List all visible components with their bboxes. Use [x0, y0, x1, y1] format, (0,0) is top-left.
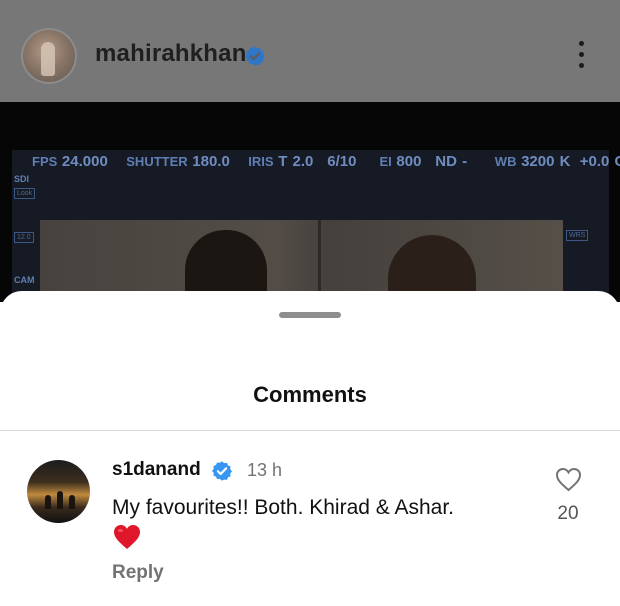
post-author-avatar[interactable] [23, 30, 75, 82]
comment-timestamp: 13 h [247, 460, 283, 480]
verified-badge-icon [212, 461, 232, 481]
reply-button[interactable]: Reply [112, 562, 164, 584]
hud-sdi-label: SDI [14, 174, 30, 184]
hud-look-box: Look [14, 188, 36, 199]
red-heart-emoji-icon [114, 525, 140, 549]
verified-badge-icon [245, 46, 265, 66]
comment-author-avatar[interactable] [27, 460, 90, 523]
comment-text: My favourites!! Both. Khirad & Ashar. [112, 496, 454, 519]
hud-cam-label: CAM [14, 275, 35, 285]
comments-sheet: Comments s1danand 13 h My favourites!! B… [0, 291, 620, 606]
post-media[interactable]: FPS 24.000 SHUTTER 180.0 IRIS T 2.0 6/10… [0, 102, 620, 302]
sheet-title: Comments [253, 382, 367, 407]
split-divider [318, 220, 321, 302]
sheet-divider [0, 430, 620, 431]
video-frame [40, 220, 563, 302]
comment-username[interactable]: s1danand [112, 459, 201, 481]
more-vertical-icon[interactable] [574, 41, 588, 73]
like-count: 20 [557, 503, 579, 524]
hud-lens-box: 12.0 [14, 232, 34, 243]
heart-outline-icon[interactable] [555, 467, 582, 492]
post-header: mahirahkhan [0, 0, 620, 102]
camera-hud-readout: FPS 24.000 SHUTTER 180.0 IRIS T 2.0 6/10… [32, 153, 620, 170]
post-username[interactable]: mahirahkhan [95, 40, 247, 68]
hud-wrs-box: WRS [566, 230, 589, 241]
avatar-figure [41, 42, 55, 76]
sheet-drag-handle[interactable] [279, 312, 341, 318]
